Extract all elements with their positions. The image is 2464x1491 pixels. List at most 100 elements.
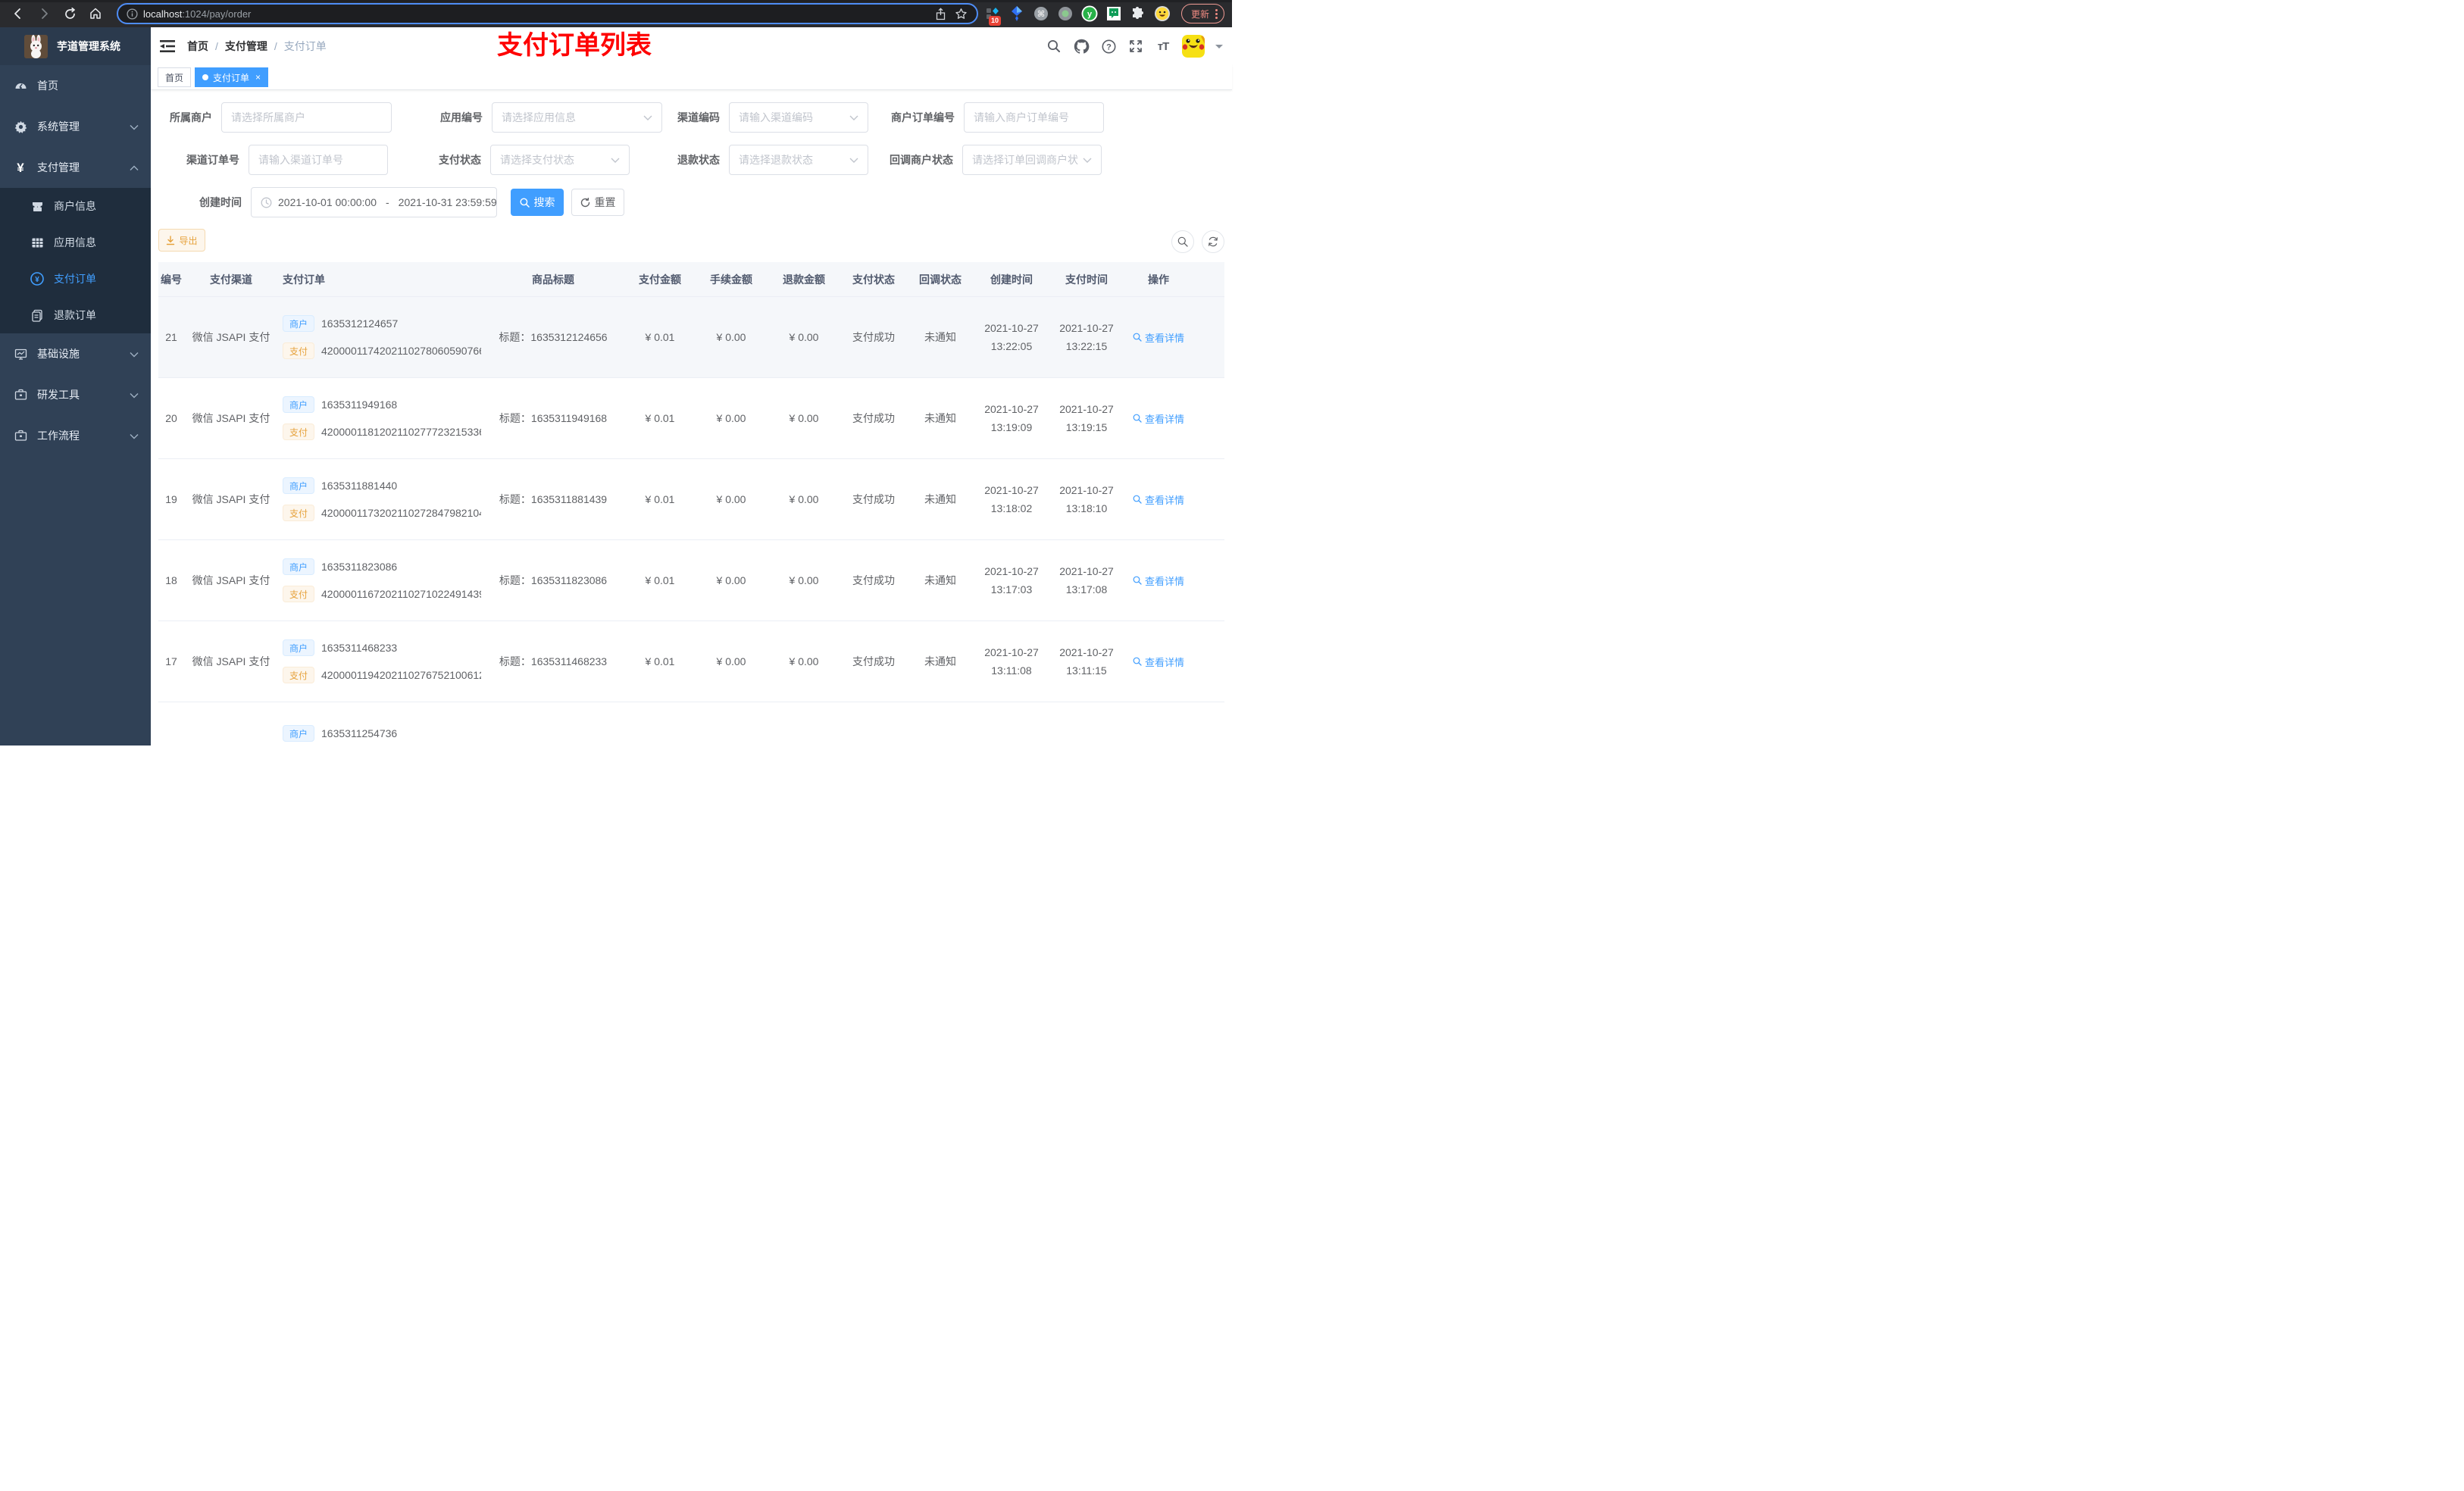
refresh-button[interactable] (1202, 230, 1224, 253)
kite-extension-icon[interactable] (1008, 5, 1025, 22)
refund-status-select[interactable]: 请选择退款状态 (729, 145, 868, 175)
user-avatar[interactable] (1182, 35, 1205, 58)
view-detail-link[interactable]: 查看详情 (1133, 411, 1184, 426)
tag-pay-order[interactable]: 支付订单 × (195, 67, 269, 87)
site-info-icon[interactable] (126, 8, 138, 20)
app-logo-bar[interactable]: 芋道管理系统 (0, 27, 151, 65)
filter-label: 渠道订单号 (186, 154, 239, 166)
toolbar-right (1171, 230, 1224, 253)
date-end[interactable]: 2021-10-31 23:59:59 (399, 196, 497, 208)
help-icon[interactable]: ? (1100, 38, 1117, 55)
view-detail-link[interactable]: 查看详情 (1133, 492, 1184, 507)
view-detail-link[interactable]: 查看详情 (1133, 574, 1184, 588)
sidebar-item-label: 研发工具 (37, 389, 80, 401)
filter-label: 退款状态 (677, 154, 720, 166)
sidebar-item-dev-tools[interactable]: 研发工具 (0, 374, 151, 415)
dashboard-icon (14, 79, 27, 92)
pay-status-select[interactable]: 请选择支付状态 (490, 145, 630, 175)
table-row[interactable]: 21 微信 JSAPI 支付 商户 1635312124657 支付 4200001… (158, 297, 1224, 378)
command-extension-icon[interactable]: ⌘ (1033, 5, 1049, 22)
date-separator: - (386, 196, 389, 208)
search-button[interactable]: 搜索 (511, 189, 564, 216)
sidebar-item-app-info[interactable]: 应用信息 (0, 224, 151, 261)
browser-update-button[interactable]: 更新 (1180, 4, 1224, 23)
merchant-order-no: 1635311254736 (321, 727, 398, 739)
merchant-order-no-input[interactable] (964, 102, 1104, 133)
col-pay-amount: 支付金额 (639, 273, 681, 286)
tag-close-icon[interactable]: × (255, 72, 261, 83)
merchant-tag: 商户 (283, 558, 315, 575)
sidebar-item-label: 退款订单 (54, 309, 96, 321)
avatar-caret-icon[interactable] (1215, 44, 1223, 52)
emoji-extension-icon[interactable] (1154, 5, 1171, 22)
col-order: 支付订单 (283, 273, 325, 286)
notify-status-select[interactable]: 请选择订单回调商户状态 (962, 145, 1102, 175)
merchant-input[interactable] (221, 102, 392, 133)
sidebar-item-system[interactable]: 系统管理 (0, 106, 151, 147)
sidebar-item-pay[interactable]: ¥ 支付管理 (0, 147, 151, 188)
navbar: 首页 / 支付管理 / 支付订单 ? тT (151, 27, 1232, 65)
chat-extension-icon[interactable] (1105, 5, 1122, 22)
puzzle-extensions-icon[interactable] (1130, 5, 1146, 22)
sidebar-item-pay-order[interactable]: ¥ 支付订单 (0, 261, 151, 297)
create-time-range-picker[interactable]: 2021-10-01 00:00:00 - 2021-10-31 23:59:5… (251, 187, 497, 217)
breadcrumb-pay[interactable]: 支付管理 (225, 39, 267, 54)
col-fee-amount: 手续金额 (710, 273, 752, 286)
app-select[interactable]: 请选择应用信息 (492, 102, 662, 133)
merchant-tag: 商户 (283, 315, 315, 332)
filter-row-2: 渠道订单号 支付状态 请选择支付状态 退款状态 请选择退款状态 回调商户状态 请… (158, 145, 1224, 175)
browser-forward-button[interactable] (33, 3, 55, 24)
address-bar[interactable]: localhost:1024/pay/order (117, 3, 978, 24)
sidebar-item-label: 商户信息 (54, 200, 96, 212)
view-detail-link[interactable]: 查看详情 (1133, 330, 1184, 345)
channel-order-no-input[interactable] (249, 145, 388, 175)
search-icon[interactable] (1046, 38, 1062, 55)
col-actions: 操作 (1148, 273, 1169, 286)
main-content: 支付订单列表 首页 / 支付管理 / 支付订单 ? тT 首页 支付订单 × 所… (151, 27, 1232, 747)
channel-code-select[interactable]: 请输入渠道编码 (729, 102, 868, 133)
sidebar-item-label: 工作流程 (37, 430, 80, 442)
fullscreen-icon[interactable] (1127, 38, 1144, 55)
filter-label: 创建时间 (199, 196, 242, 208)
table-row[interactable]: 18 微信 JSAPI 支付 商户 1635311823086 支付 4200001… (158, 540, 1224, 621)
sidebar-item-refund-order[interactable]: 退款订单 (0, 297, 151, 333)
sidebar-item-workflow[interactable]: 工作流程 (0, 415, 151, 456)
sidebar: 芋道管理系统 首页 系统管理 ¥ 支付管理 商户信息 应用信息 ¥ 支付订单 退… (0, 27, 151, 746)
browser-reload-button[interactable] (59, 3, 80, 24)
sidebar-item-infra[interactable]: 基础设施 (0, 333, 151, 374)
share-icon[interactable] (934, 5, 948, 22)
sidebar-item-label: 系统管理 (37, 120, 80, 133)
chevron-down-icon (849, 111, 858, 124)
browser-menu-icon[interactable] (1215, 8, 1218, 19)
clock-icon (261, 197, 272, 208)
browser-home-button[interactable] (85, 3, 106, 24)
breadcrumb-home[interactable]: 首页 (187, 39, 208, 54)
yudao-extension-icon[interactable]: y (1081, 5, 1098, 22)
view-detail-link[interactable]: 查看详情 (1133, 655, 1184, 669)
bookmark-star-icon[interactable] (954, 5, 969, 22)
briefcase-icon (14, 429, 27, 442)
merchant-tag: 商户 (283, 639, 315, 656)
font-size-icon[interactable]: тT (1155, 38, 1171, 55)
sidebar-item-merchant-info[interactable]: 商户信息 (0, 188, 151, 224)
browser-back-button[interactable] (8, 3, 29, 24)
reset-button[interactable]: 重置 (571, 189, 624, 216)
col-pay-time: 支付时间 (1065, 273, 1108, 286)
sidebar-item-home[interactable]: 首页 (0, 65, 151, 106)
extension-grid-icon[interactable]: 10 (984, 5, 1001, 26)
export-button[interactable]: 导出 (158, 229, 205, 252)
sidebar-toggle-icon[interactable] (160, 39, 175, 54)
table-row[interactable]: 19 微信 JSAPI 支付 商户 1635311881440 支付 4200001… (158, 459, 1224, 540)
tag-home[interactable]: 首页 (158, 67, 192, 87)
table-row[interactable]: 17 微信 JSAPI 支付 商户 1635311468233 支付 4200001… (158, 621, 1224, 702)
table-row[interactable]: 20 微信 JSAPI 支付 商户 1635311949168 支付 4200001… (158, 378, 1224, 459)
table-header-row: 编号 支付渠道 支付订单 商品标题 支付金额 手续金额 退款金额 支付状态 回调… (158, 262, 1224, 297)
pay-order-no: 4200001167202110271022491439 (321, 588, 481, 600)
circle-dot-extension-icon[interactable] (1057, 5, 1074, 22)
partial-table-row: 商户 1635311254736 (158, 702, 1224, 747)
chevron-down-icon (1083, 153, 1092, 167)
github-icon[interactable] (1073, 38, 1090, 55)
hide-search-button[interactable] (1171, 230, 1194, 253)
merchant-tag: 商户 (283, 396, 315, 413)
date-start[interactable]: 2021-10-01 00:00:00 (278, 196, 377, 208)
